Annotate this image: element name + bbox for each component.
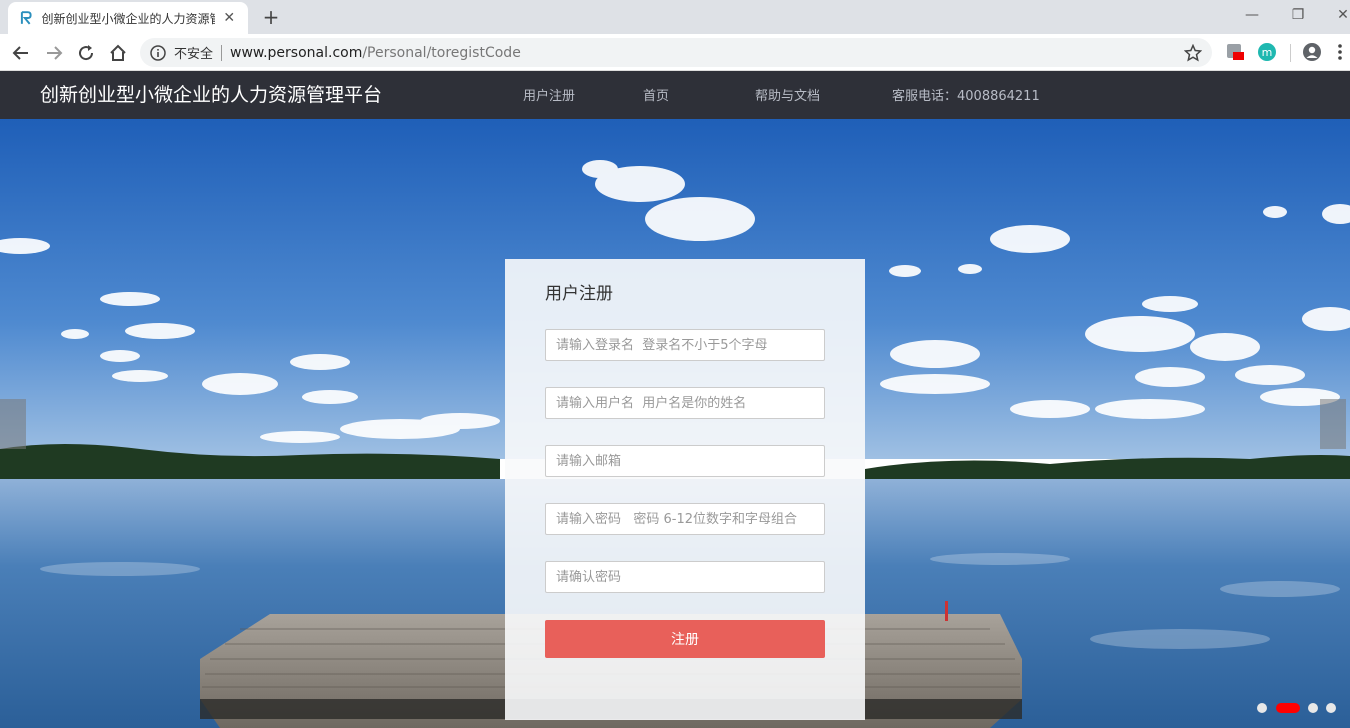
login-name-input[interactable] — [545, 329, 825, 361]
carousel-next-arrow[interactable] — [1320, 399, 1346, 449]
toolbar-divider — [1290, 44, 1291, 62]
carousel-dot[interactable] — [1326, 703, 1336, 713]
user-name-input[interactable] — [545, 387, 825, 419]
svg-text:m: m — [1262, 46, 1273, 59]
tab-title: 创新创业型小微企业的人力资源管理平台 — [41, 11, 215, 26]
nav-home-link[interactable]: 首页 — [643, 85, 669, 104]
forward-icon[interactable] — [41, 40, 67, 66]
extension-m-icon[interactable]: m — [1257, 42, 1277, 62]
site-title: 创新创业型小微企业的人力资源管理平台 — [40, 84, 383, 106]
register-button[interactable]: 注册 — [545, 620, 825, 658]
carousel-prev-arrow[interactable] — [0, 399, 26, 449]
address-bar[interactable]: 不安全 www.personal.com /Personal/toregistC… — [140, 38, 1212, 67]
carousel-dot-active[interactable] — [1276, 703, 1300, 713]
home-icon[interactable] — [105, 40, 131, 66]
register-card: 用户注册 注册 — [505, 259, 865, 720]
url-path: /Personal/toregistCode — [362, 44, 521, 61]
extension-icon[interactable] — [1225, 42, 1245, 62]
security-label: 不安全 — [174, 47, 214, 62]
browser-tabstrip: 创新创业型小微企业的人力资源管理平台 ✕ + — ❐ ✕ — [0, 0, 1350, 34]
carousel-dot[interactable] — [1308, 703, 1318, 713]
carousel-dot[interactable] — [1257, 703, 1267, 713]
email-input[interactable] — [545, 445, 825, 477]
window-close-icon[interactable]: ✕ — [1328, 4, 1350, 26]
restore-icon[interactable]: ❐ — [1283, 4, 1313, 26]
menu-icon[interactable] — [1334, 42, 1346, 62]
confirm-password-input[interactable] — [545, 561, 825, 593]
profile-icon[interactable] — [1302, 42, 1322, 62]
reload-icon[interactable] — [73, 40, 99, 66]
star-icon[interactable] — [1184, 44, 1202, 62]
browser-toolbar: 不安全 www.personal.com /Personal/toregistC… — [0, 34, 1350, 71]
omnibox-divider — [221, 44, 223, 61]
nav-register-link[interactable]: 用户注册 — [523, 85, 575, 104]
url-host: www.personal.com — [230, 44, 363, 61]
password-input[interactable] — [545, 503, 825, 535]
nav-help-link[interactable]: 帮助与文档 — [755, 85, 820, 104]
register-title: 用户注册 — [545, 284, 613, 304]
site-header: 创新创业型小微企业的人力资源管理平台 用户注册 首页 帮助与文档 客服电话：40… — [0, 71, 1350, 119]
browser-tab[interactable]: 创新创业型小微企业的人力资源管理平台 ✕ — [8, 2, 248, 34]
site-favicon-icon — [20, 11, 32, 25]
minimize-icon[interactable]: — — [1237, 4, 1267, 26]
service-phone: 客服电话：4008864211 — [892, 89, 1040, 104]
back-icon[interactable] — [8, 40, 34, 66]
new-tab-icon[interactable]: + — [258, 4, 284, 30]
info-icon[interactable] — [150, 44, 166, 61]
tab-close-icon[interactable]: ✕ — [221, 10, 238, 26]
